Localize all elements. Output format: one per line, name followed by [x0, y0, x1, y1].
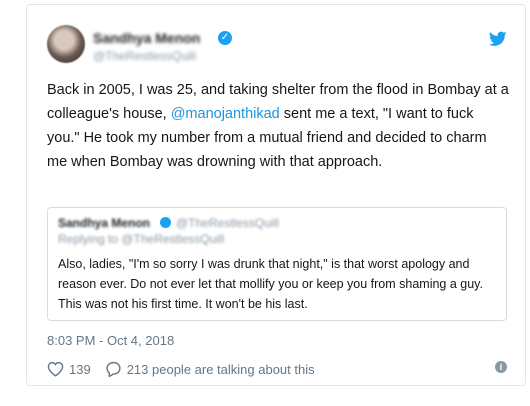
tweet-timestamp[interactable]: 8:03 PM - Oct 4, 2018: [47, 333, 174, 348]
quoted-author-handle: @TheRestlessQuill: [176, 216, 279, 230]
author-handle[interactable]: @TheRestlessQuill: [93, 49, 196, 63]
quoted-verified-badge-icon: [160, 217, 171, 228]
verified-badge-icon: ✓: [218, 31, 232, 45]
info-icon[interactable]: i: [495, 361, 507, 373]
reply-bubble-icon[interactable]: [105, 361, 122, 377]
talking-about-text[interactable]: 213 people are talking about this: [127, 362, 315, 377]
twitter-bird-icon[interactable]: [489, 31, 507, 47]
tweet-actions: 139 213 people are talking about this: [47, 361, 315, 377]
author-name[interactable]: Sandhya Menon: [93, 30, 200, 46]
mention-link[interactable]: @manojanthikad: [171, 106, 280, 122]
like-count[interactable]: 139: [69, 362, 91, 377]
quoted-replying-to: Replying to @TheRestlessQuill: [58, 232, 225, 246]
heart-icon[interactable]: [47, 361, 64, 377]
quoted-author-name: Sandhya Menon: [58, 216, 151, 230]
quoted-tweet[interactable]: Sandhya Menon @TheRestlessQuill Replying…: [47, 207, 507, 321]
tweet-card: Sandhya Menon ✓ @TheRestlessQuill Back i…: [26, 4, 526, 386]
tweet-text: Back in 2005, I was 25, and taking shelt…: [47, 78, 509, 174]
quoted-text: Also, ladies, "I'm so sorry I was drunk …: [58, 257, 483, 311]
avatar[interactable]: [47, 25, 85, 63]
